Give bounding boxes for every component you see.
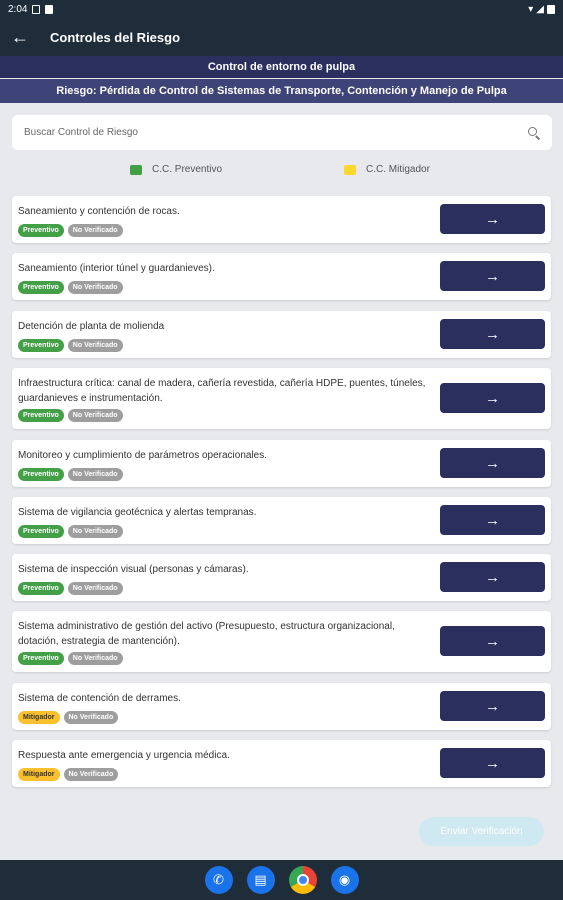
control-title: Sistema de contención de derrames. bbox=[18, 693, 181, 704]
app-dock: ✆ ▤ ◉ bbox=[0, 860, 563, 900]
control-card[interactable]: Sistema administrativo de gestión del ac… bbox=[12, 611, 551, 672]
control-card[interactable]: Sistema de vigilancia geotécnica y alert… bbox=[12, 497, 551, 544]
type-badge: Mitigador bbox=[18, 768, 60, 781]
search-input[interactable] bbox=[24, 127, 528, 138]
type-badge: Preventivo bbox=[18, 652, 64, 665]
control-card[interactable]: Monitoreo y cumplimiento de parámetros o… bbox=[12, 440, 551, 487]
open-control-button[interactable]: → bbox=[440, 319, 545, 349]
status-time: 2:04 bbox=[8, 3, 28, 15]
open-control-button[interactable]: → bbox=[440, 505, 545, 535]
legend-label: C.C. Mitigador bbox=[366, 164, 430, 175]
preventive-swatch-icon bbox=[130, 164, 142, 175]
status-bar: 2:04 ▾ ◢ bbox=[0, 0, 563, 18]
control-title: Saneamiento y contención de rocas. bbox=[18, 206, 180, 217]
control-title: Saneamiento (interior túnel y guardaniev… bbox=[18, 263, 215, 274]
legend-mitigator: C.C. Mitigador bbox=[344, 164, 430, 175]
control-card[interactable]: Saneamiento (interior túnel y guardaniev… bbox=[12, 253, 551, 300]
control-title: Monitoreo y cumplimiento de parámetros o… bbox=[18, 450, 268, 461]
open-control-button[interactable]: → bbox=[440, 261, 545, 291]
messages-icon[interactable]: ▤ bbox=[246, 866, 275, 894]
control-card[interactable]: Sistema de inspección visual (personas y… bbox=[12, 554, 551, 601]
status-badge: No Verificado bbox=[67, 582, 123, 595]
status-badge: No Verificado bbox=[67, 652, 123, 665]
signal-icon: ◢ bbox=[536, 3, 544, 15]
legend-label: C.C. Preventivo bbox=[152, 164, 223, 175]
control-title: Infraestructura crítica: canal de madera… bbox=[18, 378, 426, 404]
open-control-button[interactable]: → bbox=[440, 562, 545, 592]
type-badge: Preventivo bbox=[18, 468, 64, 481]
control-card[interactable]: Saneamiento y contención de rocas. Preve… bbox=[12, 196, 551, 243]
type-badge: Preventivo bbox=[18, 339, 64, 352]
type-badge: Preventivo bbox=[18, 409, 64, 422]
type-badge: Mitigador bbox=[18, 711, 60, 724]
status-badge: No Verificado bbox=[67, 224, 123, 237]
control-title: Sistema administrativo de gestión del ac… bbox=[18, 621, 395, 647]
control-card[interactable]: Detención de planta de molienda Preventi… bbox=[12, 311, 551, 358]
status-badge: No Verificado bbox=[67, 409, 123, 422]
type-badge: Preventivo bbox=[18, 281, 64, 294]
control-title: Respuesta ante emergencia y urgencia méd… bbox=[18, 750, 230, 761]
phone-icon[interactable]: ✆ bbox=[204, 866, 233, 894]
control-card[interactable]: Infraestructura crítica: canal de madera… bbox=[12, 368, 551, 429]
status-badge: No Verificado bbox=[67, 281, 123, 294]
mitigator-swatch-icon bbox=[344, 164, 356, 175]
camera-icon[interactable]: ◉ bbox=[330, 866, 359, 894]
open-control-button[interactable]: → bbox=[440, 204, 545, 234]
control-card[interactable]: Respuesta ante emergencia y urgencia méd… bbox=[12, 740, 551, 787]
wifi-icon: ▾ bbox=[528, 3, 534, 15]
open-control-button[interactable]: → bbox=[440, 626, 545, 656]
battery-icon bbox=[547, 4, 555, 14]
back-arrow-icon[interactable]: ← bbox=[0, 18, 40, 56]
submit-verification-button[interactable]: Enviar Verificación bbox=[419, 817, 544, 846]
control-title: Sistema de inspección visual (personas y… bbox=[18, 564, 249, 575]
open-control-button[interactable]: → bbox=[440, 748, 545, 778]
page-title: Controles del Riesgo bbox=[50, 29, 181, 45]
type-badge: Preventivo bbox=[18, 224, 64, 237]
status-badge: No Verificado bbox=[67, 468, 123, 481]
status-badge: No Verificado bbox=[67, 339, 123, 352]
type-badge: Preventivo bbox=[18, 525, 64, 538]
chrome-icon[interactable] bbox=[288, 866, 317, 894]
control-title: Sistema de vigilancia geotécnica y alert… bbox=[18, 507, 257, 518]
search-bar[interactable] bbox=[12, 115, 552, 150]
control-title: Detención de planta de molienda bbox=[18, 321, 165, 332]
open-control-button[interactable]: → bbox=[440, 383, 545, 413]
status-badge: No Verificado bbox=[63, 768, 119, 781]
control-card[interactable]: Sistema de contención de derrames. Mitig… bbox=[12, 683, 551, 730]
status-badge: No Verificado bbox=[67, 525, 123, 538]
shield-icon bbox=[32, 4, 41, 14]
search-icon[interactable] bbox=[528, 126, 540, 139]
type-badge: Preventivo bbox=[18, 582, 64, 595]
legend-preventive: C.C. Preventivo bbox=[130, 164, 222, 175]
sd-card-icon bbox=[45, 4, 54, 14]
app-bar: ← Controles del Riesgo bbox=[0, 18, 563, 56]
status-badge: No Verificado bbox=[63, 711, 119, 724]
open-control-button[interactable]: → bbox=[440, 448, 545, 478]
control-banner: Control de entorno de pulpa bbox=[0, 56, 563, 78]
risk-banner: Riesgo: Pérdida de Control de Sistemas d… bbox=[0, 79, 563, 103]
open-control-button[interactable]: → bbox=[440, 691, 545, 721]
